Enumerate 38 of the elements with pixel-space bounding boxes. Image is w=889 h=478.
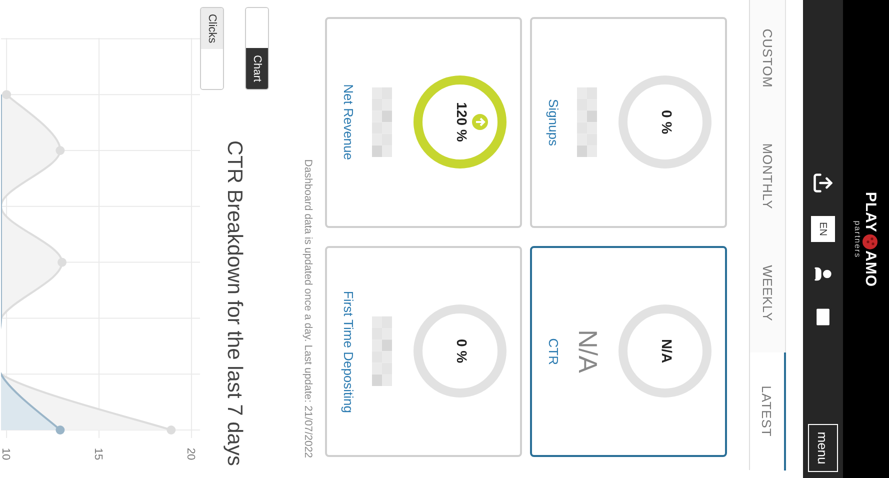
data-point: [56, 146, 65, 155]
axis-label: 15: [92, 448, 104, 460]
metric-value: N/A: [572, 330, 603, 374]
language-button[interactable]: EN: [811, 216, 835, 242]
toggle-option[interactable]: Chart: [246, 48, 268, 87]
update-note: Dashboard data is updated once a day. Last update: 21/07/2022: [302, 159, 314, 458]
data-point: [2, 90, 12, 100]
ring-value: 0 %: [659, 109, 675, 137]
period-tab[interactable]: CUSTOM: [750, 0, 786, 118]
logo-text: PLAY: [862, 191, 879, 232]
metric-link[interactable]: First Time Depositing: [341, 290, 356, 413]
menu-button[interactable]: menu: [808, 424, 838, 472]
ring-value: N/A: [659, 338, 675, 366]
logo-text: AMO: [862, 250, 879, 287]
metric-card[interactable]: 0 % First Time Depositing: [325, 246, 522, 457]
axis-label: 20: [184, 448, 196, 460]
dice-ball-icon: [862, 233, 878, 250]
period-tab[interactable]: WEEKLY: [750, 235, 786, 352]
metric-card[interactable]: N/A N/A CTR: [530, 246, 727, 457]
metric-link[interactable]: CTR: [546, 338, 561, 365]
logo-subtitle: partners: [853, 220, 862, 258]
data-point: [58, 258, 67, 267]
upload-icon[interactable]: [812, 172, 834, 194]
axis-label: 10: [1, 448, 12, 460]
metric-link[interactable]: Net Revenue: [341, 84, 356, 160]
period-tab[interactable]: MONTHLY: [750, 118, 786, 235]
ring-value: 0 %: [454, 338, 470, 366]
pixelated-value: [372, 88, 392, 158]
pixelated-value: [372, 316, 392, 386]
data-point: [56, 426, 65, 434]
toggle-option[interactable]: Clicks: [201, 10, 223, 49]
pixelated-value: [577, 88, 597, 158]
data-point: [166, 426, 176, 434]
metric-link[interactable]: Signups: [546, 99, 561, 146]
metric-card[interactable]: 120 % Net Revenue: [325, 17, 522, 228]
section-title: CTR Breakdown for the last 7 days: [222, 140, 246, 466]
metric-card[interactable]: 0 % Signups: [530, 17, 727, 228]
ring-value: 120 %: [454, 102, 470, 144]
